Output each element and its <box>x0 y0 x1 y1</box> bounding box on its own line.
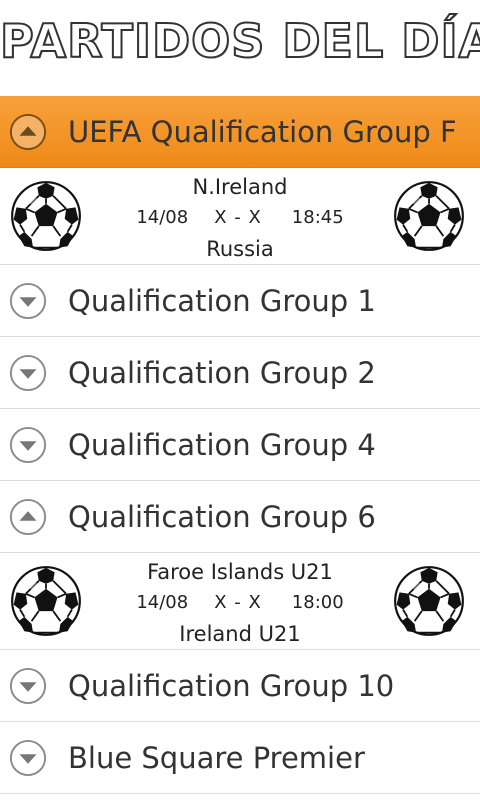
group-label: Qualification Group 10 <box>68 668 395 703</box>
chevron-down-circle-icon[interactable] <box>9 739 47 777</box>
app-header: PARTIDOS DEL DÍA <box>0 0 480 96</box>
soccer-ball-icon <box>393 180 465 252</box>
group-label: Blue Square Premier <box>68 740 365 775</box>
chevron-down-circle-icon[interactable] <box>9 354 47 392</box>
group-label: Qualification Group 2 <box>68 355 376 390</box>
group-label: Qualification Group 6 <box>68 499 376 534</box>
chevron-up-circle-icon[interactable] <box>9 498 47 536</box>
match-list: UEFA Qualification Group F N.Ireland 14/… <box>0 96 480 794</box>
match-details: N.Ireland 14/08 X - X 18:45 Russia <box>100 172 380 264</box>
soccer-ball-icon <box>10 565 82 637</box>
group-label: UEFA Qualification Group F <box>68 114 457 149</box>
match-details: Faroe Islands U21 14/08 X - X 18:00 Irel… <box>100 557 380 649</box>
match-time: 18:00 <box>291 592 344 613</box>
home-team: Faroe Islands U21 <box>147 560 333 584</box>
match-row[interactable]: Faroe Islands U21 14/08 X - X 18:00 Irel… <box>0 553 480 650</box>
home-team: N.Ireland <box>192 175 288 199</box>
match-meta: 14/08 X - X 18:00 <box>100 587 380 619</box>
group-header-group-6[interactable]: Qualification Group 6 <box>0 481 480 553</box>
group-label: Qualification Group 1 <box>68 283 376 318</box>
away-team: Russia <box>206 237 274 261</box>
chevron-down-circle-icon[interactable] <box>9 667 47 705</box>
group-header-blue-square-premier[interactable]: Blue Square Premier <box>0 722 480 794</box>
group-header-group-10[interactable]: Qualification Group 10 <box>0 650 480 722</box>
soccer-ball-icon <box>393 565 465 637</box>
soccer-ball-icon <box>10 180 82 252</box>
match-row[interactable]: N.Ireland 14/08 X - X 18:45 Russia <box>0 168 480 265</box>
group-header-uefa-group-f[interactable]: UEFA Qualification Group F <box>0 96 480 168</box>
chevron-down-circle-icon[interactable] <box>9 426 47 464</box>
group-label: Qualification Group 4 <box>68 427 376 462</box>
match-meta: 14/08 X - X 18:45 <box>100 202 380 234</box>
chevron-down-circle-icon[interactable] <box>9 282 47 320</box>
group-header-group-2[interactable]: Qualification Group 2 <box>0 337 480 409</box>
chevron-up-circle-icon[interactable] <box>9 113 47 151</box>
match-time: 18:45 <box>291 207 344 228</box>
group-header-group-4[interactable]: Qualification Group 4 <box>0 409 480 481</box>
match-score: X - X <box>214 592 262 613</box>
match-date: 14/08 <box>136 207 189 228</box>
match-score: X - X <box>214 207 262 228</box>
away-team: Ireland U21 <box>179 622 301 646</box>
page-title: PARTIDOS DEL DÍA <box>0 13 480 69</box>
match-date: 14/08 <box>136 592 189 613</box>
group-header-group-1[interactable]: Qualification Group 1 <box>0 265 480 337</box>
